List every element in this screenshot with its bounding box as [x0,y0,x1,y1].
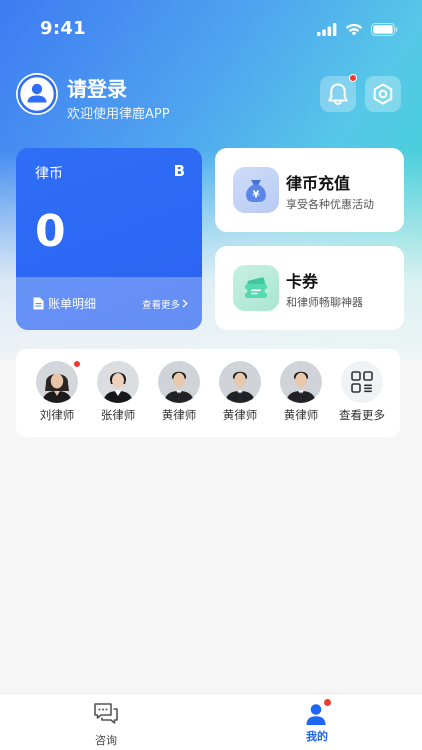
avatar[interactable] [16,73,58,115]
welcome-text: 欢迎使用律鹿APP [67,107,170,122]
login-prompt[interactable]: 请登录 欢迎使用律鹿APP [16,73,276,122]
coin-recharge-card[interactable]: ¥ 律币充值 享受各种优惠活动 [215,148,404,232]
coupon-card[interactable]: 卡券 和律师畅聊神器 [215,246,404,330]
bell-icon [328,83,348,105]
lawyer-avatar [36,361,78,403]
money-bag-icon: ¥ [233,167,279,213]
lawyer-avatar [219,361,261,403]
tab-badge [323,698,332,707]
recent-lawyers-panel: 刘律师 张律师 黄律师 黄律师 黄律师 查看更多 [16,349,400,437]
coin-balance-card[interactable]: 律币 B 0 账单明细 查看更多 [16,148,202,330]
lawyer-item[interactable]: 黄律师 [210,361,270,423]
tab-consult-label: 咨询 [95,734,117,747]
tab-mine[interactable]: 我的 [277,698,357,744]
status-time: 9:41 [40,18,86,39]
lawyer-name: 黄律师 [222,408,258,422]
bill-details-link[interactable]: 账单明细 [33,295,96,312]
grid-icon [341,361,383,403]
tab-mine-label: 我的 [306,730,328,743]
see-more-bills-link[interactable]: 查看更多 [142,297,188,311]
bill-details-label: 账单明细 [48,297,97,311]
see-more-label: 查看更多 [141,299,180,311]
lawyer-avatar [158,361,200,403]
notification-button[interactable] [320,74,357,112]
wifi-icon [345,21,363,40]
coin-symbol-icon: B [173,162,185,180]
coupon-subtitle: 和律师畅聊神器 [286,296,363,309]
chat-bubbles-icon [94,703,118,724]
chevron-right-icon [182,299,188,308]
settings-button[interactable] [365,76,401,112]
lawyer-name: 张律师 [100,408,136,422]
coin-amount: 0 [35,206,66,257]
bottom-tab-bar: 咨询 我的 [0,693,422,750]
user-icon [17,74,57,114]
lawyer-avatar [97,361,139,403]
login-title[interactable]: 请登录 [67,73,127,102]
tab-consult[interactable]: 咨询 [66,702,146,748]
recharge-title: 律币充值 [286,174,351,193]
svg-text:¥: ¥ [253,190,260,201]
coupon-title: 卡券 [286,272,319,291]
settings-icon [373,83,393,105]
ticket-icon [233,265,279,311]
lawyer-badge [73,360,81,368]
lawyer-name: 黄律师 [283,408,319,422]
lawyer-item[interactable]: 黄律师 [271,361,331,423]
document-icon [33,297,44,310]
lawyer-name: 黄律师 [161,408,197,422]
lawyer-item[interactable]: 张律师 [88,361,148,423]
status-bar: 9:41 [0,0,422,56]
notification-badge [349,74,357,82]
lawyer-avatar [280,361,322,403]
see-more-lawyers-button[interactable]: 查看更多 [332,361,392,423]
lawyer-item[interactable]: 刘律师 [27,360,87,423]
lawyer-item[interactable]: 黄律师 [149,361,209,423]
recharge-subtitle: 享受各种优惠活动 [286,198,374,211]
lawyer-name: 刘律师 [39,408,75,422]
bill-details-row[interactable]: 账单明细 查看更多 [16,277,202,330]
battery-icon [371,21,398,40]
coin-label: 律币 [35,166,63,182]
signal-icon [317,21,337,40]
see-more-label: 查看更多 [339,408,385,422]
